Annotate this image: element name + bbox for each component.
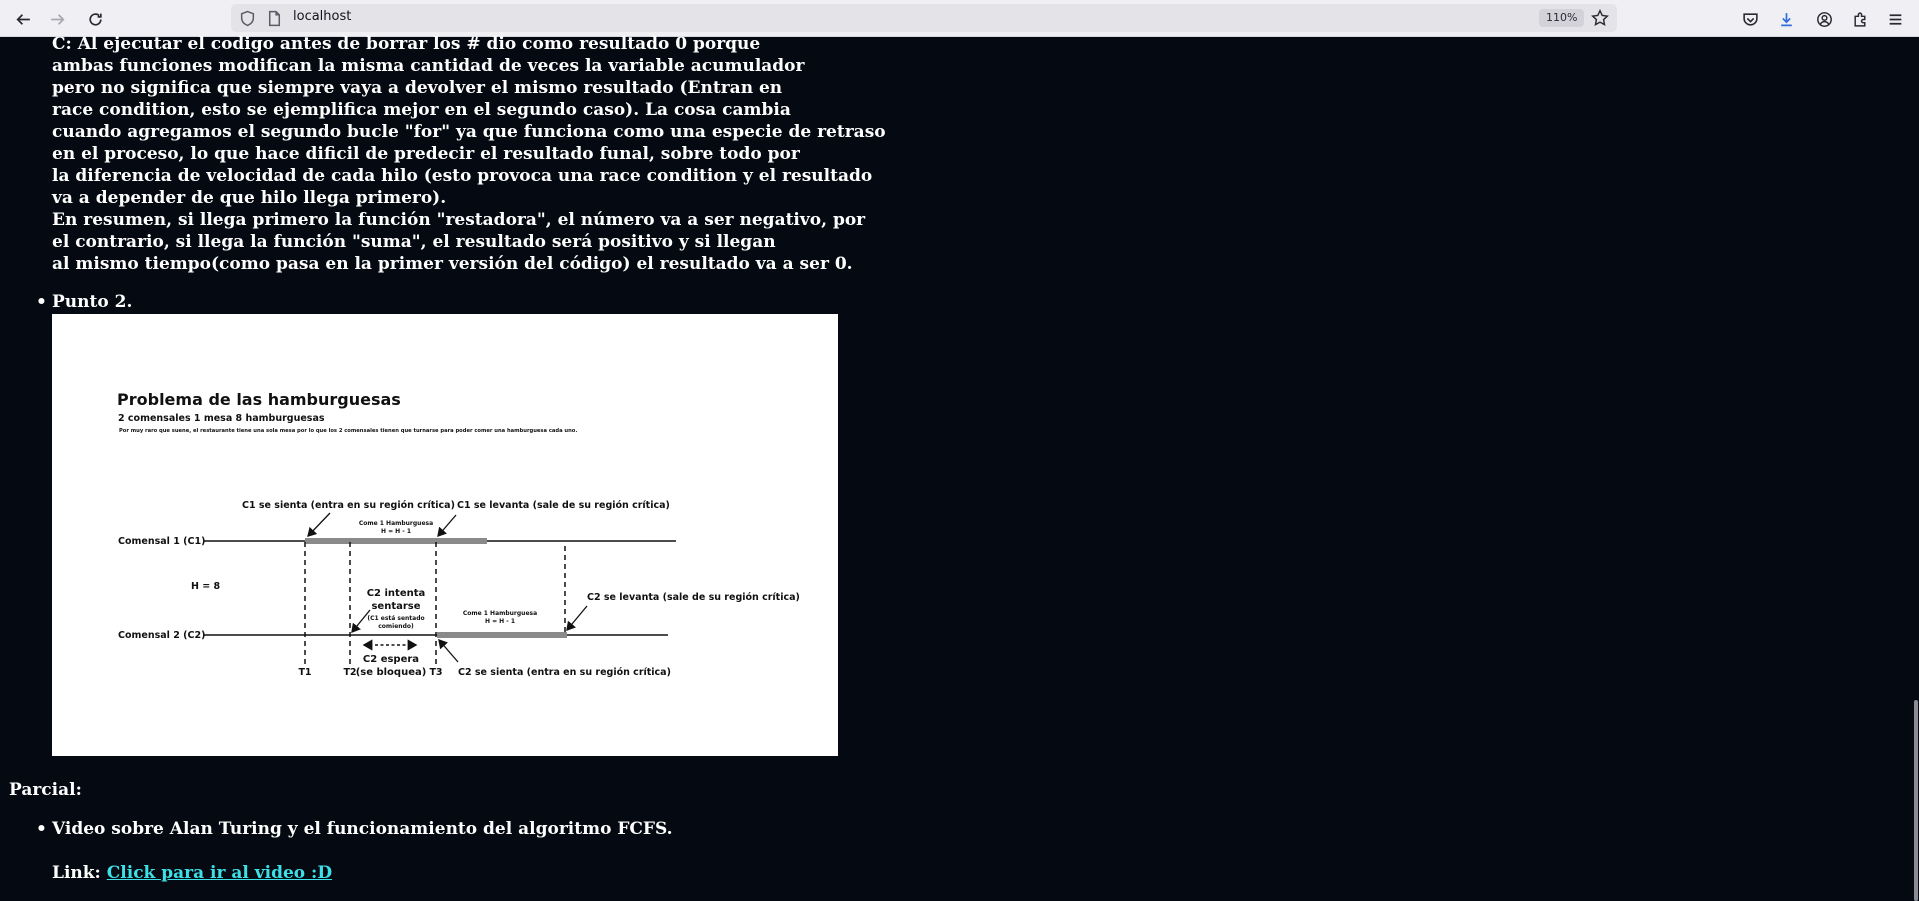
- c1-sits-arrow: [307, 512, 331, 537]
- figure-title: Problema de las hamburguesas: [117, 390, 401, 409]
- c1-leaves-arrow: [437, 514, 457, 537]
- explanation-paragraph: C: Al ejecutar el codigo antes de borrar…: [52, 33, 886, 275]
- paragraph-line: el contrario, si llega la función "suma"…: [52, 232, 776, 252]
- video-link-line: Link: Click para ir al video :D: [52, 862, 332, 884]
- c2-sits-arrow: [438, 639, 459, 663]
- c2-tries-label-2: sentarse: [371, 601, 420, 612]
- account-icon[interactable]: [1811, 6, 1837, 32]
- c1-sits-annotation: C1 se sienta (entra en su región crítica…: [242, 500, 455, 511]
- c2-tries-label: C2 intenta: [367, 588, 426, 599]
- paragraph-line: pero no significa que siempre vaya a dev…: [52, 78, 783, 98]
- paragraph-line: al mismo tiempo(como pasa en la primer v…: [52, 254, 853, 274]
- c2-label: Comensal 2 (C2): [118, 630, 205, 641]
- url-bar[interactable]: localhost 110%: [231, 4, 1617, 32]
- paragraph-line: ambas funciones modifican la misma canti…: [52, 56, 805, 76]
- paragraph-line: race condition, esto se ejemplifica mejo…: [52, 100, 791, 120]
- c2-tries-note: (C1 está sentado: [367, 615, 424, 622]
- c2-sits-annotation: C2 se sienta (entra en su región crítica…: [458, 667, 671, 678]
- forward-arrow-icon[interactable]: [44, 6, 70, 32]
- shield-icon[interactable]: [239, 10, 256, 27]
- pocket-icon[interactable]: [1737, 6, 1763, 32]
- bullet-dot-icon: •: [36, 292, 47, 312]
- c2-tries-note-2: comiendo): [378, 623, 414, 630]
- menu-icon[interactable]: [1882, 6, 1908, 32]
- star-icon[interactable]: [1591, 9, 1609, 27]
- point2-label: Punto 2.: [52, 292, 133, 312]
- paragraph-line: C: Al ejecutar el codigo antes de borrar…: [52, 34, 761, 54]
- paragraph-line: En resumen, si llega primero la función …: [52, 210, 866, 230]
- url-text[interactable]: localhost: [293, 9, 351, 24]
- t1-label: T1: [298, 667, 311, 678]
- c2-eats-label: Come 1 Hamburguesa: [463, 610, 537, 617]
- page-icon[interactable]: [266, 10, 283, 27]
- reload-icon[interactable]: [82, 6, 108, 32]
- paragraph-line: en el proceso, lo que hace dificil de pr…: [52, 144, 800, 164]
- c1-label: Comensal 1 (C1): [118, 536, 205, 547]
- t2-label: T2: [343, 667, 356, 678]
- extensions-icon[interactable]: [1847, 6, 1873, 32]
- download-icon[interactable]: [1773, 6, 1799, 32]
- hamburger-problem-diagram: Problema de las hamburguesas 2 comensale…: [52, 314, 838, 756]
- video-link[interactable]: Click para ir al video :D: [107, 863, 332, 883]
- c1-critical-region-bar: [305, 538, 487, 544]
- browser-toolbar: localhost 110%: [0, 0, 1919, 37]
- link-prefix: Link:: [52, 863, 107, 883]
- c1-eats-label: Come 1 Hamburguesa: [359, 520, 433, 527]
- h-counter-label: H = 8: [191, 581, 221, 592]
- c2-waits-label-2: (se bloquea): [356, 667, 427, 678]
- paragraph-line: va a depender de que hilo llega primero)…: [52, 188, 447, 208]
- paragraph-line: la diferencia de velocidad de cada hilo …: [52, 166, 873, 186]
- figure-description: Por muy raro que suene, el restaurante t…: [119, 428, 577, 434]
- t3-label: T3: [429, 667, 442, 678]
- paragraph-line: cuando agregamos el segundo bucle "for" …: [52, 122, 886, 142]
- back-arrow-icon[interactable]: [10, 6, 36, 32]
- section-heading-parcial: Parcial:: [9, 780, 82, 800]
- c2-leaves-arrow: [566, 605, 588, 631]
- c1-leaves-annotation: C1 se levanta (sale de su región crítica…: [457, 500, 670, 511]
- video-item-text: Video sobre Alan Turing y el funcionamie…: [52, 819, 673, 839]
- bullet-dot-icon: •: [36, 819, 47, 839]
- figure-subtitle: 2 comensales 1 mesa 8 hamburguesas: [118, 413, 325, 424]
- c1-eats-formula: H = H - 1: [381, 528, 411, 535]
- c2-waits-label: C2 espera: [363, 654, 419, 665]
- c2-eats-formula: H = H - 1: [485, 618, 515, 625]
- diagram-svg: Problema de las hamburguesas 2 comensale…: [117, 390, 800, 678]
- zoom-level-badge[interactable]: 110%: [1539, 9, 1585, 27]
- c2-leaves-annotation: C2 se levanta (sale de su región crítica…: [587, 592, 800, 603]
- c2-critical-region-bar: [437, 632, 567, 638]
- page-scrollbar-thumb[interactable]: [1914, 700, 1918, 901]
